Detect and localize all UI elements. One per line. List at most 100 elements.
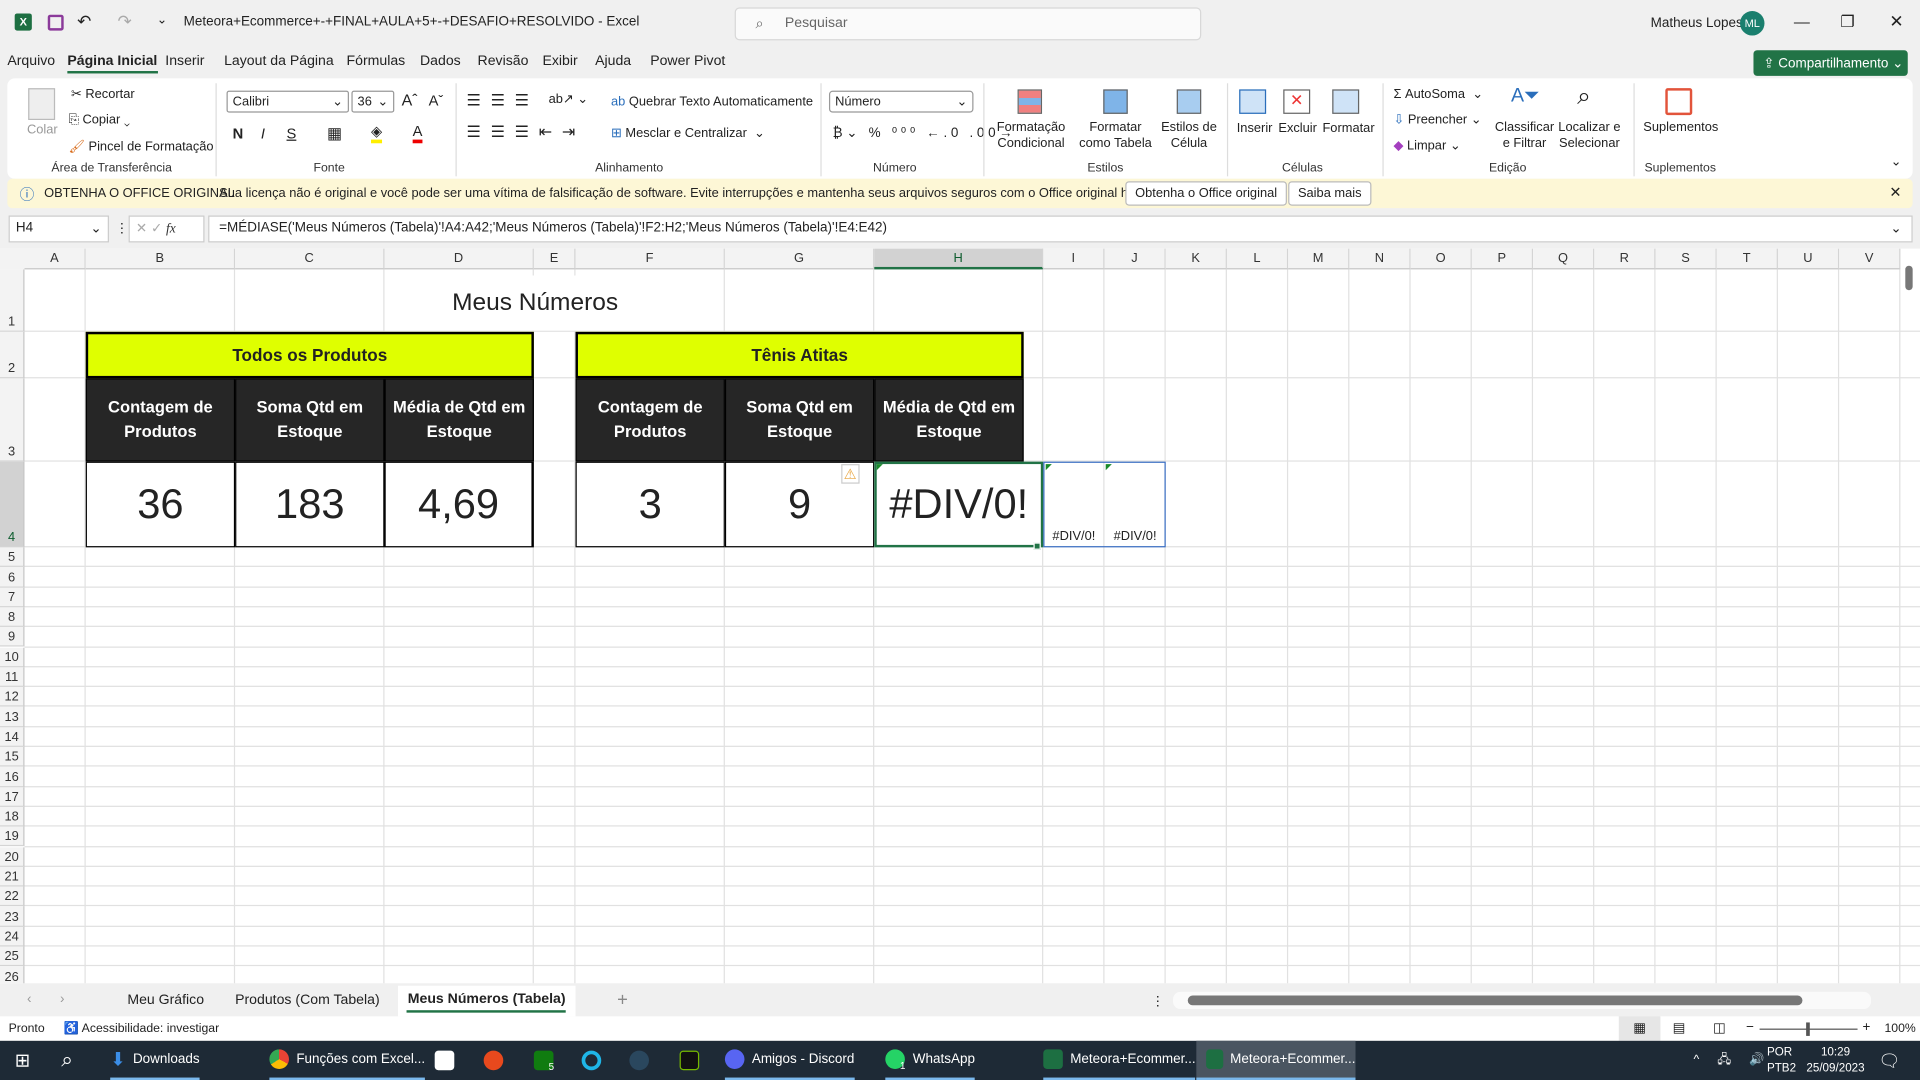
tab-arquivo[interactable]: Arquivo — [7, 54, 55, 69]
column-header[interactable]: V — [1839, 248, 1901, 270]
vertical-align-icons[interactable]: ☰☰☰ — [467, 91, 539, 111]
horizontal-align-icons[interactable]: ☰☰☰⇤⇥ — [467, 122, 585, 142]
fill-handle[interactable] — [1033, 542, 1041, 550]
vertical-scroll-thumb[interactable] — [1905, 265, 1913, 291]
underline-button[interactable]: S — [287, 125, 297, 142]
column-header[interactable]: Q — [1533, 248, 1595, 270]
row-header[interactable]: 2 — [0, 331, 25, 379]
row-header[interactable]: 19 — [0, 826, 25, 847]
column-header[interactable]: D — [384, 248, 534, 270]
font-color-icon[interactable]: A — [412, 122, 423, 144]
row-header[interactable]: 22 — [0, 886, 25, 907]
row-header[interactable]: 21 — [0, 866, 25, 887]
format-painter-button[interactable]: 🖌 Pincel de Formatação — [69, 138, 214, 155]
column-label[interactable]: Soma Qtd em Estoque — [235, 378, 385, 462]
column-header[interactable]: E — [533, 248, 576, 270]
insert-cells-button[interactable]: Inserir — [1237, 121, 1273, 136]
bold-button[interactable]: N — [233, 125, 244, 142]
tab-inserir[interactable]: Inserir — [165, 54, 204, 69]
get-office-button[interactable]: Obtenha o Office original — [1125, 181, 1287, 206]
column-header[interactable]: U — [1777, 248, 1840, 270]
column-header[interactable]: N — [1349, 248, 1411, 270]
clock[interactable]: 10:29 25/09/2023 — [1806, 1044, 1865, 1076]
close-infobar-icon[interactable]: ✕ — [1889, 184, 1901, 201]
tab-exibir[interactable]: Exibir — [542, 54, 577, 69]
increase-font-icon[interactable]: Aˆ — [402, 91, 418, 109]
row-header[interactable]: 20 — [0, 846, 25, 867]
prev-sheet-icon[interactable]: ‹ — [27, 992, 31, 1007]
taskbar-nvidia[interactable] — [679, 1041, 707, 1080]
enter-icon[interactable]: ✓ — [151, 222, 162, 237]
customize-qat-icon[interactable]: ⌄ — [157, 13, 167, 26]
spreadsheet-grid[interactable]: A B C D E F G H I J K L M N O P Q R S T U V 1 2 3 4 5 6 7 8 9 10 11 12 13 1… — [0, 248, 1920, 984]
sheet-tab-produtos[interactable]: Produtos (Com Tabela) — [235, 993, 380, 1008]
format-table-button[interactable]: Formatar como Tabela — [1073, 120, 1159, 152]
tab-ajuda[interactable]: Ajuda — [595, 54, 631, 69]
spill-cell-i4[interactable]: #DIV/0! — [1043, 528, 1104, 545]
taskbar-chrome[interactable]: Funções com Excel... — [269, 1041, 426, 1080]
tab-revisao[interactable]: Revisão — [478, 54, 529, 69]
column-header[interactable]: T — [1716, 248, 1778, 270]
close-icon[interactable]: ✕ — [1889, 11, 1903, 32]
row-header[interactable]: 9 — [0, 627, 25, 648]
delete-cells-button[interactable]: Excluir — [1278, 121, 1317, 136]
minimize-icon[interactable]: — — [1794, 12, 1810, 30]
search-box[interactable]: ⌕ Pesquisar — [734, 7, 1202, 41]
wrap-text-button[interactable]: ab Quebrar Texto Automaticamente — [611, 94, 813, 109]
column-header[interactable]: K — [1165, 248, 1227, 270]
restore-icon[interactable]: ❐ — [1840, 12, 1854, 32]
tab-pagina-inicial[interactable]: Página Inicial — [67, 54, 158, 74]
row-header[interactable]: 10 — [0, 647, 25, 668]
horizontal-scrollbar[interactable] — [1173, 991, 1872, 1009]
italic-button[interactable]: I — [261, 125, 265, 142]
table-header[interactable]: Tênis Atitas — [575, 331, 1024, 379]
row-header[interactable]: 25 — [0, 946, 25, 967]
sheet-title[interactable]: Meus Números — [384, 275, 686, 331]
row-header[interactable]: 26 — [0, 966, 25, 984]
tab-split-handle[interactable]: ⋮ — [1151, 993, 1164, 1009]
tab-dados[interactable]: Dados — [420, 54, 461, 69]
column-header[interactable]: G — [724, 248, 875, 270]
autosum-button[interactable]: Σ AutoSoma ⌄ — [1393, 87, 1483, 102]
conditional-format-button[interactable]: Formatação Condicional — [994, 120, 1067, 152]
value-cell[interactable]: 4,69 — [384, 461, 534, 548]
error-warning-icon[interactable]: ⚠ — [841, 464, 860, 484]
column-header[interactable]: S — [1655, 248, 1717, 270]
notifications-icon[interactable]: 🗨 — [1878, 1041, 1900, 1080]
clear-button[interactable]: ◆ Limpar ⌄ — [1393, 138, 1460, 153]
taskbar-cortana[interactable] — [581, 1041, 609, 1080]
column-header[interactable]: C — [235, 248, 385, 270]
row-header[interactable]: 7 — [0, 587, 25, 608]
language-indicator[interactable]: POR PTB2 — [1767, 1044, 1796, 1076]
share-button[interactable]: ⇪ Compartilhamento ⌄ — [1753, 50, 1908, 76]
column-label[interactable]: Soma Qtd em Estoque — [724, 378, 875, 462]
cut-button[interactable]: ✂ Recortar — [71, 87, 135, 102]
zoom-out-icon[interactable]: − — [1746, 1020, 1754, 1035]
column-header[interactable]: L — [1226, 248, 1289, 270]
row-header[interactable]: 5 — [0, 547, 25, 568]
row-header[interactable]: 15 — [0, 746, 25, 767]
column-label[interactable]: Média de Qtd em Estoque — [384, 378, 534, 462]
taskbar-excel-1[interactable]: Meteora+Ecommer... — [1043, 1041, 1196, 1080]
accessibility-status[interactable]: ♿ Acessibilidade: investigar — [64, 1022, 219, 1035]
selected-cell[interactable]: #DIV/0! — [874, 461, 1044, 548]
name-box[interactable]: H4 ⌄ — [8, 215, 109, 243]
value-cell[interactable]: 183 — [235, 461, 385, 548]
zoom-slider-thumb[interactable] — [1806, 1022, 1810, 1036]
column-label[interactable]: Média de Qtd em Estoque — [874, 378, 1024, 462]
spill-cell-j4[interactable]: #DIV/0! — [1104, 528, 1165, 545]
copy-button[interactable]: ⎘ Copiar ⌄ — [69, 113, 130, 129]
column-header[interactable]: M — [1288, 248, 1350, 270]
horizontal-scroll-thumb[interactable] — [1187, 995, 1803, 1006]
row-header[interactable]: 13 — [0, 707, 25, 727]
orientation-icon[interactable]: ab↗ ⌄ — [549, 92, 588, 107]
insert-function-icon[interactable]: fx — [166, 222, 176, 237]
search-taskbar-icon[interactable]: ⌕ — [61, 1041, 73, 1080]
column-label[interactable]: Contagem de Produtos — [575, 378, 725, 462]
column-header[interactable]: A — [24, 248, 86, 270]
fill-button[interactable]: ⇩ Preencher ⌄ — [1393, 113, 1481, 128]
row-header[interactable]: 16 — [0, 766, 25, 787]
column-header[interactable]: B — [85, 248, 236, 270]
column-header[interactable]: H — [874, 248, 1044, 270]
tab-formulas[interactable]: Fórmulas — [347, 54, 406, 69]
